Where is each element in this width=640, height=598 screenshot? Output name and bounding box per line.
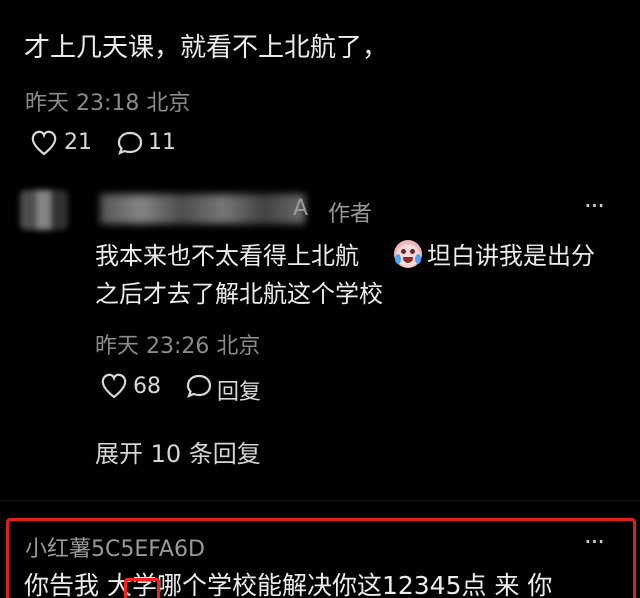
expand-replies-link[interactable]: 展开 10 条回复 (95, 434, 261, 469)
reply-label: 回复 (217, 380, 262, 405)
comment-text: 你告我 大学哪个学校能解决你这12345点 来 你 (24, 571, 553, 598)
comment-thread: 才上几天课，就看不上北航了， 昨天 23:18 北京 21 11 A 作者 ··… (0, 0, 640, 598)
comment-bubble-icon (186, 374, 212, 399)
author-name-tail: A (293, 196, 309, 221)
heart-icon (101, 373, 127, 399)
author-name-redacted (100, 194, 305, 224)
heart-icon (31, 130, 57, 156)
divider (0, 500, 640, 501)
reply-text-line2: 之后才去了解北航这个学校 (95, 280, 383, 308)
more-icon[interactable]: ··· (584, 528, 605, 556)
avatar[interactable] (20, 190, 68, 230)
comment-meta: 昨天 23:18 北京 (25, 91, 191, 116)
comment-text: 才上几天课，就看不上北航了， (24, 33, 389, 63)
author-badge: 作者 (328, 202, 373, 227)
comment-count: 11 (148, 130, 176, 155)
reply-meta: 昨天 23:26 北京 (95, 334, 261, 359)
reply-text-line1b: 坦白讲我是出分 (427, 242, 595, 270)
reply-text-line1: 我本来也不太看得上北航 (95, 242, 359, 270)
reply-like-count: 68 (133, 374, 161, 399)
more-icon[interactable]: ··· (584, 192, 605, 220)
crying-face-icon (394, 240, 422, 268)
highlight-mark (124, 578, 160, 598)
like-count: 21 (64, 130, 92, 155)
comment-author[interactable]: 小红薯5C5EFA6D (25, 531, 205, 563)
comment-bubble-icon (117, 131, 143, 156)
